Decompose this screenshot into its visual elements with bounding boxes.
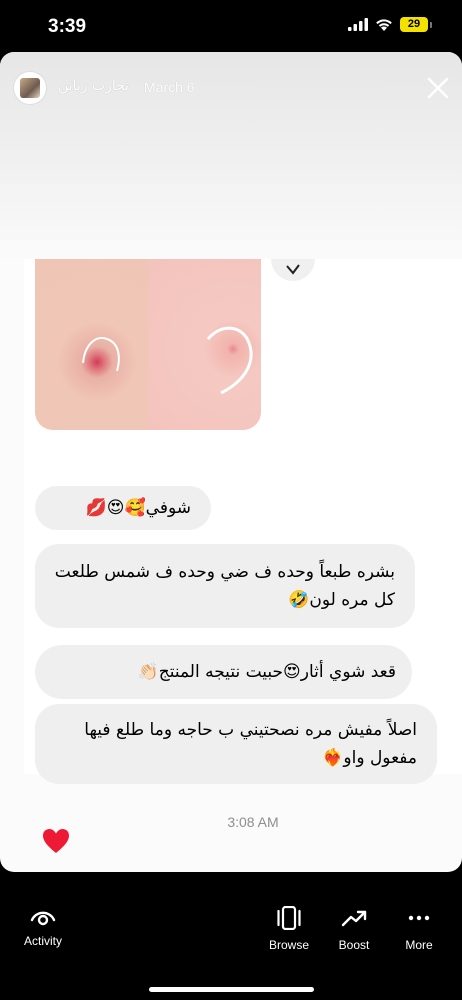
- battery-level: 29: [400, 17, 428, 32]
- activity-label: Activity: [23, 934, 62, 948]
- boost-label: Boost: [338, 938, 370, 952]
- more-button[interactable]: More: [396, 906, 442, 952]
- story-header: تجارب زبائن March 6: [0, 52, 462, 122]
- photo-markings: [82, 326, 253, 395]
- status-bar: 3:39 29: [0, 0, 462, 52]
- message-bubble: اصلاً مفيش مره نصحتيني ب حاجه وما طلع في…: [35, 704, 437, 784]
- reaction-button[interactable]: [271, 259, 315, 281]
- skin-photo: [35, 259, 261, 430]
- status-time: 3:39: [48, 16, 87, 37]
- message-bubble: بشره طبعاً وحده ف ضي وحده ف شمس طلعت كل …: [35, 544, 415, 628]
- status-icons: 29: [348, 17, 432, 32]
- heart-icon[interactable]: [42, 828, 70, 854]
- cellular-signal-icon: [348, 18, 368, 31]
- boost-button[interactable]: Boost: [330, 906, 378, 952]
- battery-icon: 29: [400, 17, 432, 32]
- avatar[interactable]: [13, 71, 47, 105]
- more-dots-icon: [408, 915, 430, 921]
- trending-up-icon: [341, 910, 367, 927]
- story-username[interactable]: تجارب زبائن: [58, 78, 129, 94]
- browse-button[interactable]: Browse: [262, 906, 316, 952]
- chat-screenshot: شوفي🥰😍💋 بشره طبعاً وحده ف ضي وحده ف شمس …: [24, 259, 462, 830]
- browse-label: Browse: [268, 938, 309, 952]
- browse-icon: [277, 906, 301, 930]
- eye-icon: [30, 911, 56, 926]
- bottom-nav: Activity Browse Boost More: [0, 872, 462, 1000]
- message-bubble: قعد شوي أثار😍حبيت نتيجه المنتج👏🏻: [35, 645, 412, 699]
- more-label: More: [405, 938, 433, 952]
- story-date: March 6: [144, 79, 195, 95]
- message-timestamp: 3:08 AM: [227, 814, 279, 830]
- avatar-image: [20, 78, 40, 98]
- wifi-icon: [376, 19, 392, 31]
- activity-button[interactable]: Activity: [17, 906, 69, 948]
- close-icon[interactable]: [424, 74, 452, 102]
- story-card: تجارب زبائن March 6 شوفي🥰😍💋 بشره طبعاً و…: [0, 52, 462, 872]
- message-bubble: شوفي🥰😍💋: [35, 486, 211, 530]
- home-indicator: [149, 987, 314, 992]
